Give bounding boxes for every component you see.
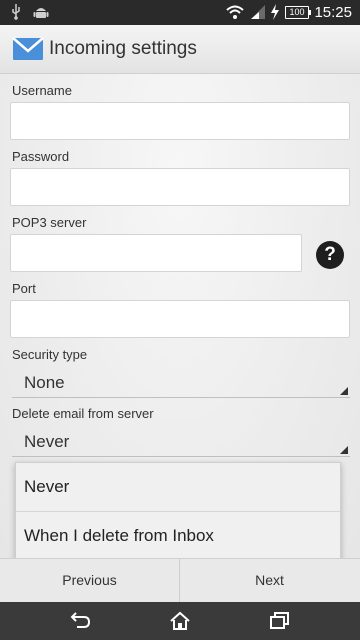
dropdown-arrow-icon	[340, 387, 348, 395]
password-label: Password	[12, 149, 70, 164]
password-input[interactable]	[10, 168, 350, 206]
status-bar: 100 15:25	[0, 0, 360, 25]
envelope-icon[interactable]	[12, 37, 44, 61]
pop3-server-input[interactable]	[10, 234, 302, 272]
wifi-icon	[226, 5, 244, 19]
charging-icon	[271, 4, 279, 20]
delete-email-select[interactable]: Never	[12, 427, 350, 457]
usb-icon	[12, 4, 20, 20]
help-icon[interactable]: ?	[316, 241, 344, 269]
dropdown-option-label: Never	[24, 477, 70, 496]
delete-email-value: Never	[24, 432, 70, 451]
battery-icon: 100	[285, 6, 311, 19]
android-icon	[33, 8, 49, 18]
delete-email-label: Delete email from server	[12, 406, 154, 421]
action-bar: Incoming settings	[0, 25, 360, 74]
back-icon[interactable]	[68, 611, 92, 631]
dropdown-option-when-delete[interactable]: When I delete from Inbox	[16, 512, 340, 560]
username-input[interactable]	[10, 102, 350, 140]
username-label: Username	[12, 83, 72, 98]
home-icon[interactable]	[168, 611, 192, 631]
page-title: Incoming settings	[49, 38, 197, 59]
security-type-select[interactable]: None	[12, 368, 350, 398]
bottom-button-bar: Previous Next	[0, 558, 360, 603]
security-type-value: None	[24, 373, 65, 392]
previous-button[interactable]: Previous	[0, 559, 179, 603]
signal-icon	[251, 5, 265, 19]
security-type-label: Security type	[12, 347, 88, 362]
port-input[interactable]	[10, 300, 350, 338]
clock: 15:25	[314, 4, 352, 21]
recent-apps-icon[interactable]	[268, 611, 292, 631]
port-label: Port	[12, 281, 36, 296]
dropdown-option-never[interactable]: Never	[16, 463, 340, 511]
dropdown-arrow-icon	[340, 446, 348, 454]
next-button[interactable]: Next	[180, 559, 359, 603]
dropdown-option-label: When I delete from Inbox	[24, 526, 214, 545]
pop3-server-label: POP3 server	[12, 215, 87, 230]
delete-email-dropdown: Never When I delete from Inbox	[15, 462, 341, 560]
navigation-bar	[0, 602, 360, 640]
